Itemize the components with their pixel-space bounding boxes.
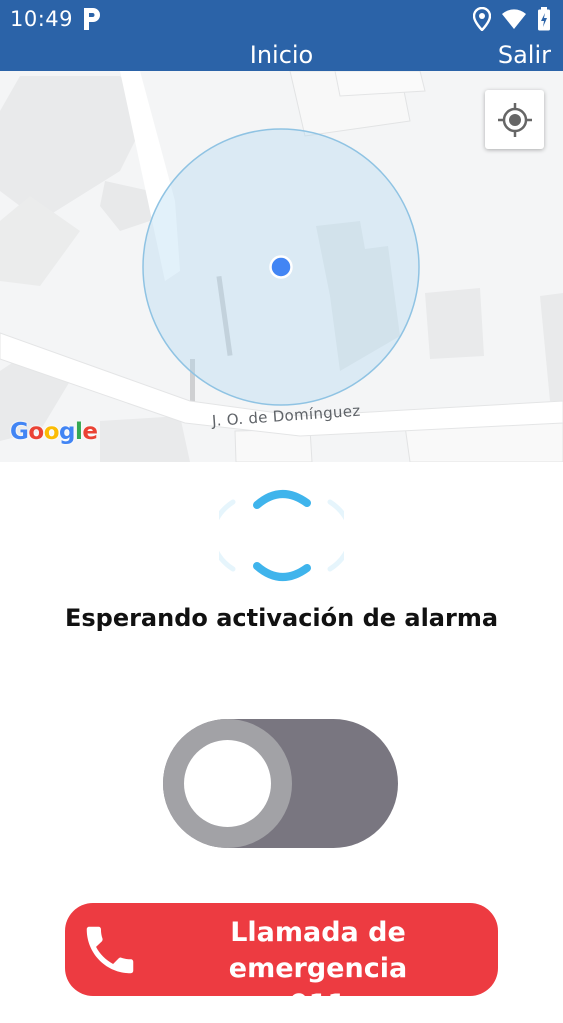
parking-notification-icon xyxy=(84,8,100,30)
crosshair-icon xyxy=(497,102,532,137)
location-icon xyxy=(473,7,491,31)
google-logo-letter: g xyxy=(59,419,75,445)
google-logo-letter: G xyxy=(10,419,29,445)
loading-spinner-icon xyxy=(219,490,344,581)
google-logo-letter: o xyxy=(43,419,60,445)
alarm-status-message: Esperando activación de alarma xyxy=(64,604,499,632)
alarm-toggle-switch[interactable] xyxy=(163,719,398,848)
emergency-call-title: Llamada de emergencia xyxy=(228,917,408,984)
wifi-icon xyxy=(502,9,526,29)
emergency-call-button[interactable]: Llamada de emergencia 911 xyxy=(65,903,498,1020)
map-view[interactable]: J. O. de Domínguez Google xyxy=(0,71,563,462)
status-time: 10:49 xyxy=(10,7,74,31)
google-logo-letter: e xyxy=(82,419,98,445)
map-background xyxy=(0,71,563,462)
google-logo: Google xyxy=(10,419,98,445)
toggle-knob xyxy=(163,719,292,848)
emergency-call-label: Llamada de emergencia 911 xyxy=(151,915,485,1023)
logout-button[interactable]: Salir xyxy=(498,41,551,69)
emergency-call-number: 911 xyxy=(289,989,347,1020)
toggle-knob-center xyxy=(184,740,271,827)
app-header: 10:49 Inicio Salir xyxy=(0,0,563,71)
my-location-button[interactable] xyxy=(485,90,544,149)
location-dot xyxy=(269,255,293,279)
battery-icon xyxy=(538,7,550,31)
phone-icon xyxy=(86,926,134,974)
status-icons xyxy=(473,6,551,32)
google-logo-letter: o xyxy=(28,419,44,445)
page-title: Inicio xyxy=(249,41,314,69)
